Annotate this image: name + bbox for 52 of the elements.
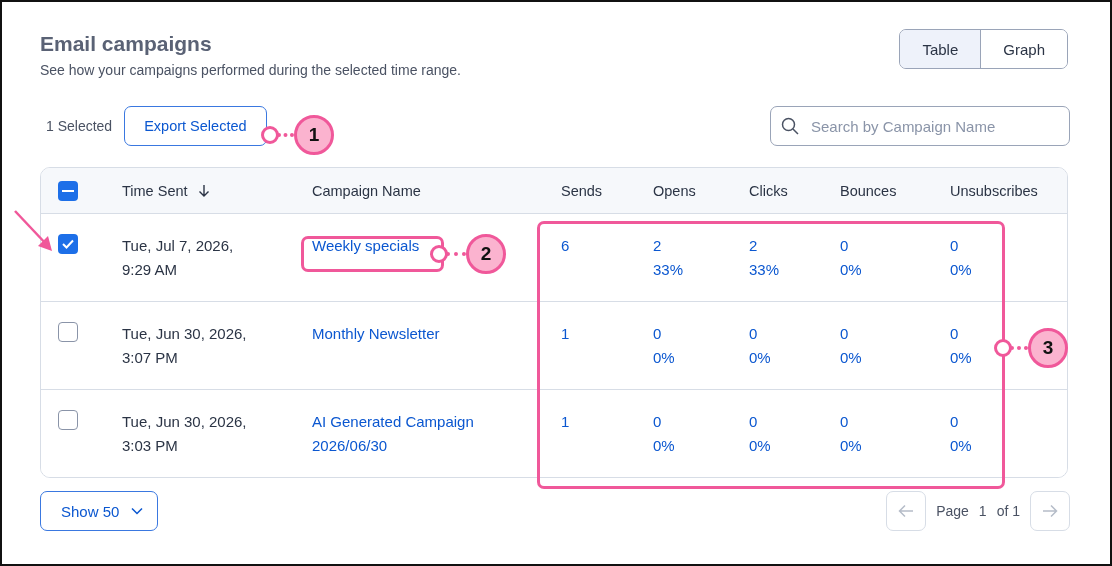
- search-field[interactable]: Search by Campaign Name: [770, 106, 1070, 146]
- view-toggle-button[interactable]: Graph: [980, 30, 1067, 68]
- metric-percent: 33%: [653, 260, 684, 280]
- time-cell-text: Tue, Jun 30, 2026, 3:03 PM: [122, 412, 248, 456]
- page-label: Page: [936, 503, 969, 519]
- metric-count[interactable]: 0: [950, 234, 959, 258]
- metric-count[interactable]: 0: [653, 322, 662, 346]
- metric-count[interactable]: 0: [749, 322, 758, 346]
- campaign-link[interactable]: Weekly specials: [312, 234, 420, 258]
- column-header[interactable]: Bounces: [840, 182, 950, 199]
- metric-percent: 0%: [840, 260, 862, 280]
- sends-link[interactable]: 6: [561, 234, 570, 258]
- page-total: of 1: [996, 503, 1020, 519]
- selected-count: 1 Selected: [46, 118, 113, 134]
- metric-percent: 0%: [749, 436, 771, 456]
- page-size-dropdown[interactable]: Show 50: [40, 491, 159, 531]
- campaign-link[interactable]: Monthly Newsletter: [312, 322, 440, 346]
- column-header[interactable]: Time Sent: [122, 182, 312, 199]
- column-header[interactable]: Opens: [653, 182, 749, 199]
- column-header[interactable]: Unsubscribes: [950, 182, 1067, 199]
- view-toggle-button[interactable]: Table: [900, 30, 981, 68]
- metric-percent: 33%: [749, 260, 780, 280]
- metric-count[interactable]: 0: [840, 322, 849, 346]
- time-cell-text: Tue, Jul 7, 2026, 9:29 AM: [122, 236, 235, 280]
- metric-count[interactable]: 0: [749, 410, 758, 434]
- page-subtitle: See how your campaigns performed during the selected time range.: [40, 62, 461, 78]
- sends-link[interactable]: 1: [561, 322, 570, 346]
- campaign-link[interactable]: AI Generated Campaign 2026/06/30: [312, 410, 512, 458]
- metric-count[interactable]: 2: [749, 234, 758, 258]
- metric-count[interactable]: 2: [653, 234, 662, 258]
- metric-percent: 0%: [950, 348, 972, 368]
- metric-count[interactable]: 0: [653, 410, 662, 434]
- column-header[interactable]: Clicks: [749, 182, 840, 199]
- metric-percent: 0%: [950, 436, 972, 456]
- metric-count[interactable]: 0: [840, 234, 849, 258]
- metric-count[interactable]: 0: [950, 322, 959, 346]
- page-number: 1: [978, 503, 987, 519]
- metric-percent: 0%: [950, 260, 972, 280]
- export-button[interactable]: Export Selected: [124, 106, 267, 146]
- metric-percent: 0%: [840, 436, 862, 456]
- callout-badge: 1: [294, 115, 334, 155]
- metric-percent: 0%: [749, 348, 771, 368]
- column-header[interactable]: Sends: [561, 182, 653, 199]
- metric-count[interactable]: 0: [840, 410, 849, 434]
- time-cell-text: Tue, Jun 30, 2026, 3:07 PM: [122, 324, 248, 368]
- metric-percent: 0%: [840, 348, 862, 368]
- page-title: Email campaigns: [40, 32, 213, 56]
- metric-count[interactable]: 0: [950, 410, 959, 434]
- metric-percent: 0%: [653, 348, 675, 368]
- metric-percent: 0%: [653, 436, 675, 456]
- column-header[interactable]: Campaign Name: [312, 182, 561, 199]
- sends-link[interactable]: 1: [561, 410, 570, 434]
